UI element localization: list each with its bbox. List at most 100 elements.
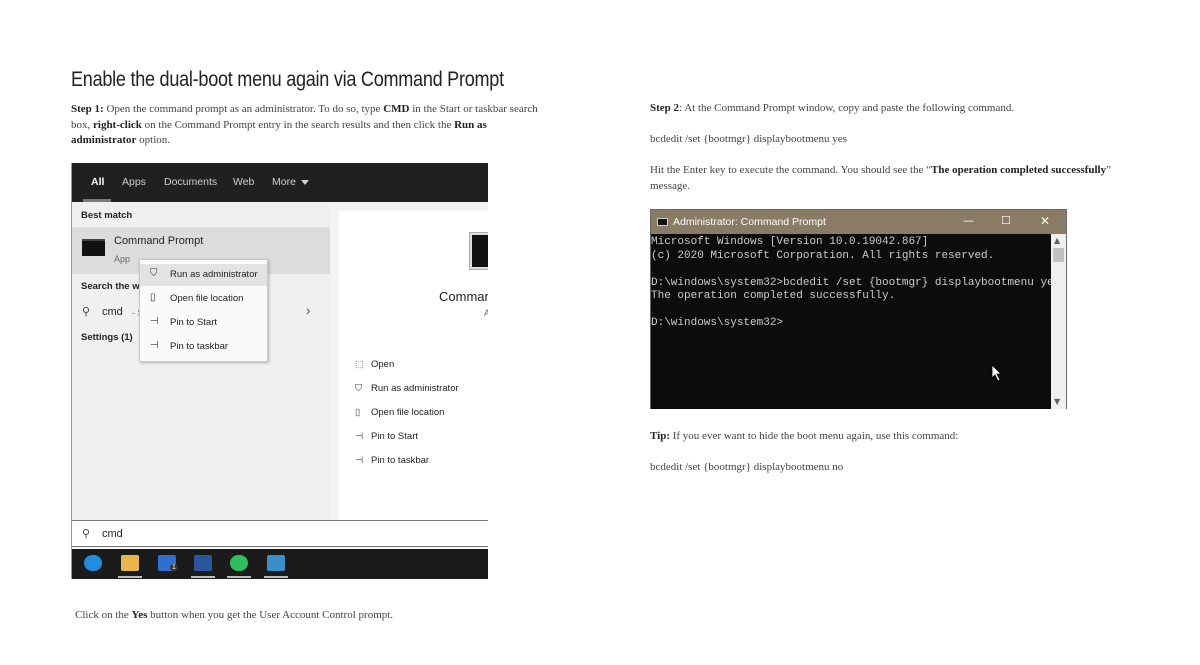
taskbar-active-indicator <box>191 576 215 578</box>
best-match-heading: Best match <box>81 210 133 221</box>
console-line: The operation completed successfully. <box>651 290 896 302</box>
action-run-as-administrator[interactable]: ⛉ Run as administrator <box>355 383 459 394</box>
action-label: Pin to Start <box>371 431 418 442</box>
ctx-open-file-location[interactable]: ▯ Open file location <box>140 288 267 310</box>
console-line: D:\windows\system32> <box>651 317 784 329</box>
command-prompt-window: Administrator: Command Prompt — ☐ ✕ Micr… <box>650 209 1067 409</box>
action-label: Pin to taskbar <box>371 455 430 466</box>
tab-apps[interactable]: Apps <box>122 176 146 188</box>
edge-icon[interactable] <box>84 555 102 571</box>
search-icon: ⚲ <box>82 306 91 318</box>
ctx-pin-to-start[interactable]: ⊣ Pin to Start <box>140 312 267 334</box>
console-line: (c) 2020 Microsoft Corporation. All righ… <box>651 249 995 262</box>
tab-web[interactable]: Web <box>233 176 254 188</box>
pin-icon: ⊣ <box>150 316 159 327</box>
cmd-title-bar[interactable]: Administrator: Command Prompt — ☐ ✕ <box>651 210 1066 234</box>
action-label: Run as administrator <box>371 383 459 394</box>
cmd-window-title: Administrator: Command Prompt <box>673 216 826 228</box>
context-menu: ⛉ Run as administrator ▯ Open file locat… <box>139 259 268 362</box>
tip-label: Tip: <box>650 430 670 442</box>
pin-icon: ⊣ <box>355 455 364 466</box>
cmd-keyword: CMD <box>383 103 410 115</box>
cmd-console[interactable]: Microsoft Windows [Version 10.0.19042.86… <box>651 234 1060 409</box>
open-icon: ⬚ <box>355 359 364 370</box>
tab-more-label: More <box>272 176 296 188</box>
maximize-icon[interactable]: ☐ <box>1001 214 1011 227</box>
tab-all[interactable]: All <box>91 176 104 188</box>
ctx-item-label: Pin to Start <box>170 317 217 328</box>
close-icon[interactable]: ✕ <box>1040 214 1050 228</box>
best-match-app-type: App <box>114 254 131 264</box>
scrollbar-thumb[interactable] <box>1053 248 1064 262</box>
step1-text: Open the command prompt as an administra… <box>103 103 384 115</box>
taskbar-active-indicator <box>227 576 251 578</box>
uac-text: button when you get the User Account Con… <box>147 609 394 621</box>
search-icon: ⚲ <box>82 528 91 540</box>
photos-icon[interactable] <box>267 555 285 571</box>
pin-icon: ⊣ <box>355 431 364 442</box>
page-title: Enable the dual-boot menu again via Comm… <box>71 68 504 91</box>
console-line: Microsoft Windows [Version 10.0.19042.86… <box>651 236 929 248</box>
ctx-run-as-administrator[interactable]: ⛉ Run as administrator <box>140 264 267 286</box>
shield-icon: ⛉ <box>150 268 158 279</box>
uac-text: Click on the <box>75 609 132 621</box>
step2-paragraph: Step 2: At the Command Prompt window, co… <box>650 101 1130 117</box>
disable-command: bcdedit /set {bootmgr} displaybootmenu n… <box>650 461 844 473</box>
tab-more[interactable]: More <box>272 176 309 188</box>
minimize-icon[interactable]: — <box>963 214 974 227</box>
shield-icon: ⛉ <box>355 383 363 394</box>
scroll-down-icon[interactable]: ▼ <box>1054 397 1060 406</box>
enable-command: bcdedit /set {bootmgr} displaybootmenu y… <box>650 133 847 145</box>
enter-note: Hit the Enter key to execute the command… <box>650 163 1120 194</box>
mail-badge: 1 <box>170 564 178 571</box>
step1-text: on the Command Prompt entry in the searc… <box>141 118 455 131</box>
file-icon: ▯ <box>150 292 156 303</box>
cmd-scrollbar[interactable]: ▲ ▼ <box>1051 234 1066 409</box>
scroll-up-icon[interactable]: ▲ <box>1054 236 1060 245</box>
action-open-file-location[interactable]: ▯ Open file location <box>355 407 444 418</box>
preview-app-name: Commar <box>439 289 488 304</box>
file-icon: ▯ <box>355 407 361 418</box>
action-pin-to-taskbar[interactable]: ⊣ Pin to taskbar <box>355 455 429 466</box>
taskbar-active-indicator <box>118 576 142 578</box>
pin-icon: ⊣ <box>150 340 159 351</box>
search-input-value[interactable]: cmd <box>102 528 123 540</box>
cmd-window-icon <box>657 218 668 226</box>
mouse-pointer-icon <box>991 364 1002 382</box>
step1-label: Step 1: <box>71 103 104 115</box>
right-click-keyword: right-click <box>93 118 142 131</box>
ctx-item-label: Run as administrator <box>170 269 258 280</box>
taskbar: 1 <box>72 549 488 579</box>
word-icon[interactable] <box>194 555 212 571</box>
action-pin-to-start[interactable]: ⊣ Pin to Start <box>355 431 418 442</box>
ctx-item-label: Open file location <box>170 293 244 304</box>
windows-search-screenshot: All Apps Documents Web More Best match C… <box>71 163 488 579</box>
step2-text: : At the Command Prompt window, copy and… <box>679 102 1015 114</box>
step1-paragraph: Step 1: Open the command prompt as an ad… <box>71 102 549 149</box>
ctx-item-label: Pin to taskbar <box>170 341 229 352</box>
chevron-right-icon[interactable]: › <box>306 303 310 318</box>
chevron-down-icon <box>300 179 309 185</box>
taskbar-search-box[interactable]: ⚲ cmd <box>72 520 488 547</box>
step2-label: Step 2 <box>650 102 680 114</box>
taskbar-active-indicator <box>264 576 288 578</box>
evernote-icon[interactable] <box>230 555 248 571</box>
tip-text: If you ever want to hide the boot menu a… <box>669 430 959 442</box>
ctx-pin-to-taskbar[interactable]: ⊣ Pin to taskbar <box>140 336 267 358</box>
action-label: Open <box>371 359 395 370</box>
file-explorer-icon[interactable] <box>121 555 139 571</box>
best-match-app-name: Command Prompt <box>114 235 204 247</box>
tab-documents[interactable]: Documents <box>164 176 217 188</box>
tip-paragraph: Tip: If you ever want to hide the boot m… <box>650 429 1130 445</box>
action-label: Open file location <box>371 407 445 418</box>
action-open[interactable]: ⬚ Open <box>355 359 394 370</box>
console-line: D:\windows\system32>bcdedit /set {bootmg… <box>651 276 1061 289</box>
preview-app-type: A <box>484 308 488 318</box>
command-prompt-large-icon <box>470 233 488 269</box>
settings-heading[interactable]: Settings (1) <box>81 332 133 343</box>
web-result-query[interactable]: cmd <box>102 306 123 318</box>
enter-text: Hit the Enter key to execute the command… <box>650 164 932 176</box>
command-prompt-icon <box>82 239 105 256</box>
uac-note: Click on the Yes button when you get the… <box>75 608 555 624</box>
search-web-heading: Search the we <box>81 281 145 292</box>
